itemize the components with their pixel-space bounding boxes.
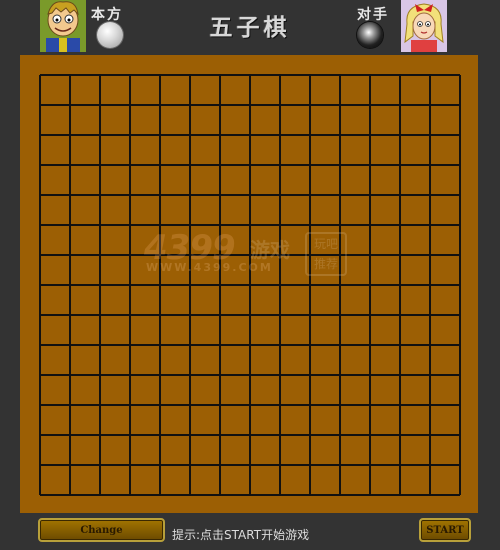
start-button[interactable]: START [419, 518, 471, 542]
opponent-avatar-girl [401, 0, 447, 52]
gomoku-board[interactable] [20, 55, 478, 513]
game-header: 本方 五子棋 对手 [0, 0, 500, 52]
opponent-player-label: 对手 [357, 7, 389, 23]
player-avatar-boy [40, 0, 86, 52]
change-button[interactable]: Change [38, 518, 165, 542]
self-stone-indicator [97, 22, 123, 48]
opponent-stone-indicator [357, 22, 383, 48]
self-player-label: 本方 [91, 7, 123, 23]
board-grid[interactable] [20, 55, 478, 513]
game-title: 五子棋 [209, 15, 291, 41]
hint-text: 提示:点击START开始游戏 [172, 528, 310, 542]
